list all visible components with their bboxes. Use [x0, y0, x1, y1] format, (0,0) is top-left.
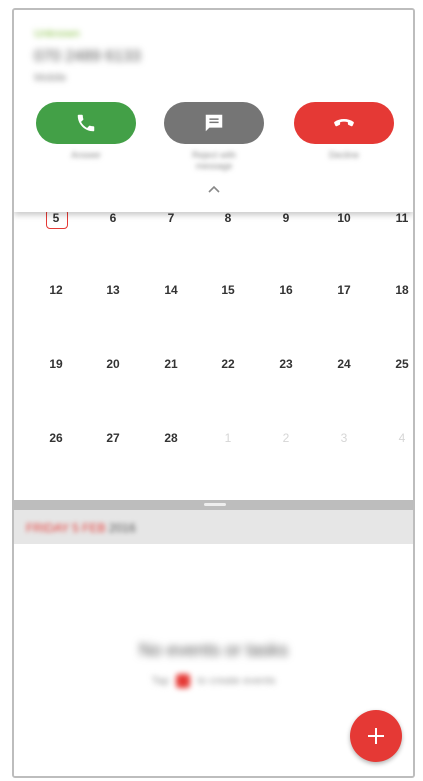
add-hint-icon	[176, 674, 191, 688]
add-event-button[interactable]	[350, 710, 402, 762]
empty-events-hint: Tap to create events	[151, 674, 276, 688]
calendar-week-row: 26 27 28 1 2 3 4	[14, 428, 413, 448]
reject-with-message-button[interactable]	[164, 102, 264, 144]
phone-screen: Unknown 070 2489 6133 Mobile Answer Reje…	[12, 8, 415, 778]
calendar-day[interactable]: 27	[98, 428, 128, 448]
plus-icon	[368, 728, 384, 744]
answer-button[interactable]	[36, 102, 136, 144]
month-calendar-grid: 5 6 7 8 9 10 11 12 13 14 15 16 17 18 19 20 21 22 23 24 25 26 2…	[14, 200, 413, 500]
calendar-day[interactable]: 1	[213, 428, 243, 448]
calendar-day[interactable]: 17	[329, 280, 359, 300]
calendar-day[interactable]: 20	[98, 354, 128, 374]
message-icon	[205, 114, 223, 132]
calendar-day[interactable]: 15	[213, 280, 243, 300]
calendar-day[interactable]: 22	[213, 354, 243, 374]
calendar-day[interactable]: 19	[41, 354, 71, 374]
calendar-week-row: 12 13 14 15 16 17 18	[14, 280, 413, 300]
decline-label: Decline	[328, 150, 359, 160]
chevron-up-icon[interactable]	[204, 182, 224, 196]
calendar-day[interactable]: 26	[41, 428, 71, 448]
calendar-day[interactable]: 18	[387, 280, 413, 300]
decline-button[interactable]	[294, 102, 394, 144]
reject-message-label: Reject with message	[191, 150, 236, 171]
caller-tag: Unknown	[34, 28, 80, 40]
calendar-day[interactable]: 21	[156, 354, 186, 374]
calendar-day[interactable]: 13	[98, 280, 128, 300]
calendar-day[interactable]: 25	[387, 354, 413, 374]
answer-label: Answer	[70, 150, 101, 160]
calendar-day[interactable]: 14	[156, 280, 186, 300]
calendar-day[interactable]: 3	[329, 428, 359, 448]
empty-events-title: No events or tasks	[138, 640, 289, 660]
calendar-day[interactable]: 23	[271, 354, 301, 374]
calendar-day[interactable]: 2	[271, 428, 301, 448]
incoming-call-panel: Unknown 070 2489 6133 Mobile Answer Reje…	[14, 10, 413, 212]
calendar-day[interactable]: 12	[41, 280, 71, 300]
calendar-day[interactable]: 28	[156, 428, 186, 448]
calendar-week-row: 19 20 21 22 23 24 25	[14, 354, 413, 374]
selected-date-strip: FRIDAY 5 FEB 2016	[14, 510, 413, 544]
caller-number: 070 2489 6133	[34, 48, 141, 65]
calendar-day[interactable]: 16	[271, 280, 301, 300]
hang-up-icon	[334, 119, 354, 127]
phone-icon	[77, 114, 95, 132]
selected-date-label: FRIDAY 5 FEB 2016	[26, 521, 136, 535]
calendar-day[interactable]: 24	[329, 354, 359, 374]
drag-handle[interactable]	[204, 503, 226, 506]
events-list: No events or tasks Tap to create events	[14, 544, 413, 776]
calendar-day[interactable]: 4	[387, 428, 413, 448]
caller-label: Mobile	[34, 72, 67, 84]
